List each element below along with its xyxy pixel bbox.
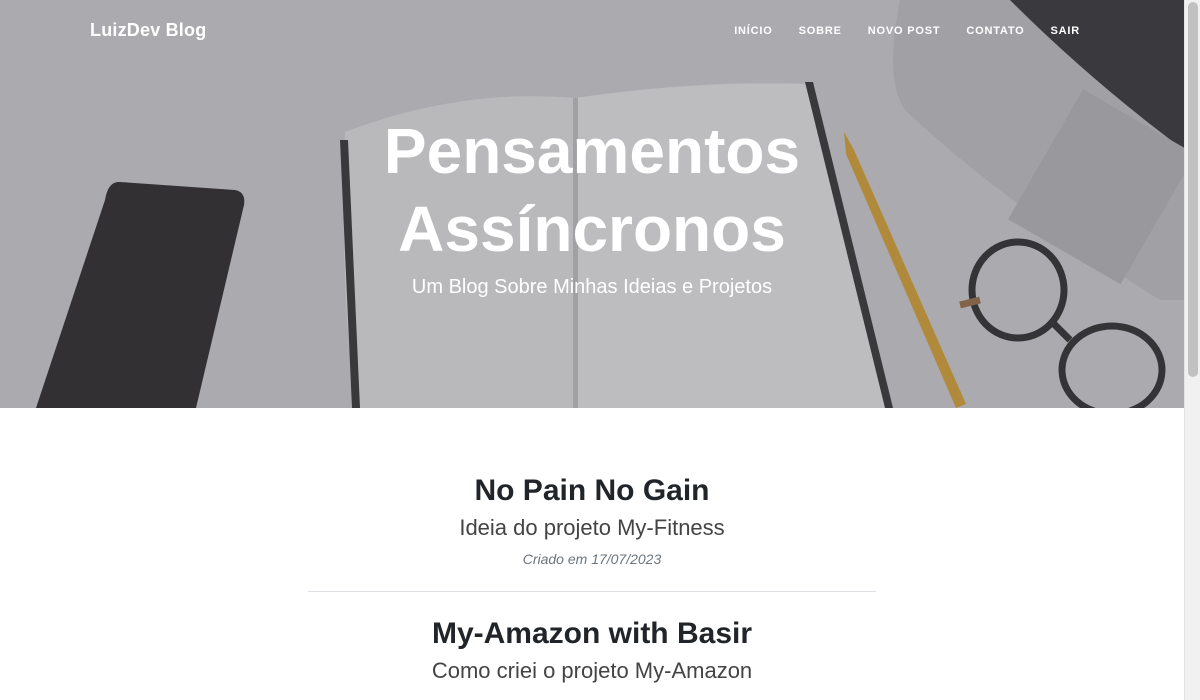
scrollbar-thumb[interactable] (1188, 2, 1198, 377)
top-navbar: LuizDev Blog INÍCIO SOBRE NOVO POST CONT… (0, 0, 1184, 64)
nav-link-contato[interactable]: CONTATO (966, 25, 1024, 37)
nav-link-sair[interactable]: SAIR (1051, 25, 1080, 37)
post-preview[interactable]: No Pain No Gain Ideia do projeto My-Fitn… (308, 408, 876, 567)
vertical-scrollbar[interactable] (1184, 0, 1200, 700)
site-heading: Pensamentos Assíncronos Um Blog Sobre Mi… (0, 112, 1184, 299)
site-subtitle: Um Blog Sobre Minhas Ideias e Projetos (411, 276, 773, 298)
post-title[interactable]: My-Amazon with Basir (308, 616, 876, 652)
post-subtitle[interactable]: Como criei o projeto My-Amazon (308, 656, 876, 686)
nav-link-novo-post[interactable]: NOVO POST (868, 25, 941, 37)
site-title-line-2: Assíncronos (398, 193, 786, 265)
hero-header: LuizDev Blog INÍCIO SOBRE NOVO POST CONT… (0, 0, 1184, 408)
nav-links: INÍCIO SOBRE NOVO POST CONTATO SAIR (734, 25, 1080, 37)
post-meta: Criado em 17/07/2023 (522, 551, 662, 567)
brand-logo-link[interactable]: LuizDev Blog (90, 20, 206, 41)
post-list: No Pain No Gain Ideia do projeto My-Fitn… (308, 408, 876, 686)
site-title-line-1: Pensamentos (383, 115, 801, 187)
post-divider (308, 591, 876, 592)
site-title: Pensamentos Assíncronos (0, 112, 1184, 268)
nav-link-sobre[interactable]: SOBRE (799, 25, 842, 37)
nav-link-inicio[interactable]: INÍCIO (734, 25, 772, 37)
post-title[interactable]: No Pain No Gain (308, 473, 876, 509)
post-preview[interactable]: My-Amazon with Basir Como criei o projet… (308, 616, 876, 686)
post-subtitle[interactable]: Ideia do projeto My-Fitness (308, 513, 876, 543)
